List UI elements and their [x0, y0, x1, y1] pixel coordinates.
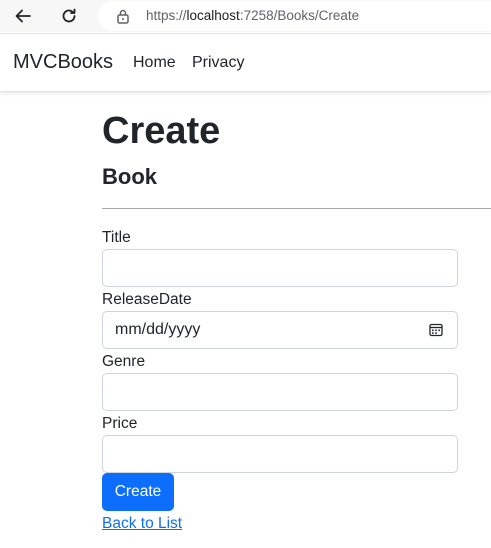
title-input[interactable]	[102, 249, 458, 287]
price-input[interactable]	[102, 435, 458, 473]
url-scheme: https://	[146, 8, 187, 23]
url-path: :7258/Books/Create	[239, 8, 360, 23]
title-label: Title	[102, 229, 131, 246]
genre-label: Genre	[102, 353, 146, 370]
browser-toolbar: https://localhost:7258/Books/Create	[0, 0, 491, 32]
page-title: Create	[102, 110, 221, 152]
release-date-label: ReleaseDate	[102, 291, 192, 308]
divider	[102, 208, 491, 209]
genre-input[interactable]	[102, 373, 458, 411]
nav-link-home[interactable]: Home	[133, 54, 176, 72]
calendar-icon[interactable]	[429, 323, 443, 342]
back-arrow-icon[interactable]	[11, 4, 35, 28]
site-navbar: MVCBooks Home Privacy	[0, 33, 491, 92]
navbar-brand[interactable]: MVCBooks	[13, 51, 113, 74]
lock-icon[interactable]	[116, 8, 130, 29]
page-subtitle: Book	[102, 164, 157, 189]
reload-icon[interactable]	[57, 4, 81, 28]
url-text: https://localhost:7258/Books/Create	[146, 8, 359, 23]
nav-link-privacy[interactable]: Privacy	[192, 54, 244, 72]
create-button[interactable]: Create	[102, 473, 174, 511]
address-bar[interactable]: https://localhost:7258/Books/Create	[98, 1, 491, 31]
price-label: Price	[102, 415, 138, 432]
release-date-input[interactable]: mm/dd/yyyy	[102, 311, 458, 349]
release-date-placeholder: mm/dd/yyyy	[115, 321, 201, 338]
back-to-list-link[interactable]: Back to List	[102, 515, 182, 533]
url-host: localhost	[186, 8, 240, 23]
